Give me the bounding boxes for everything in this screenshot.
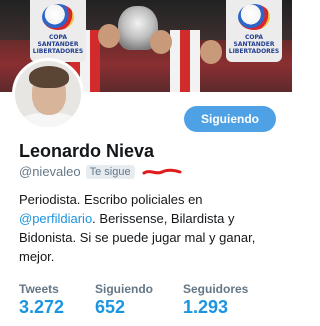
avatar-shirt <box>17 113 81 127</box>
stat-followers[interactable]: Seguidores 1.293 <box>183 282 283 318</box>
stat-label: Tweets <box>19 282 59 296</box>
banner-stripe <box>190 30 200 92</box>
profile-name[interactable]: Leonardo Nieva <box>19 141 154 162</box>
crowd-face <box>200 40 222 64</box>
libertadores-ball-icon <box>42 4 74 30</box>
libertadores-logo-right: COPA SANTANDER LIBERTADORES <box>226 0 282 62</box>
profile-bio: Periodista. Escribo policiales en @perfi… <box>19 190 283 266</box>
stat-value: 1.293 <box>183 297 229 317</box>
libertadores-logo-left: COPA SANTANDER LIBERTADORES <box>30 0 86 62</box>
stat-label: Siguiendo <box>95 282 153 296</box>
libertadores-ball-icon <box>238 4 270 30</box>
logo-text: COPA SANTANDER LIBERTADORES <box>228 34 280 55</box>
profile-stats: Tweets 3.272 Siguiendo 652 Seguidores 1.… <box>19 282 283 318</box>
logo-text: COPA SANTANDER LIBERTADORES <box>32 34 84 55</box>
profile-handle[interactable]: @nievaleo <box>19 164 81 179</box>
following-button[interactable]: Siguiendo <box>184 106 276 132</box>
avatar-hair <box>29 66 69 88</box>
stat-tweets[interactable]: Tweets 3.272 <box>19 282 95 318</box>
stat-value: 3.272 <box>19 297 65 317</box>
crowd-face <box>150 30 172 54</box>
bio-text: Periodista. Escribo policiales en <box>19 192 203 207</box>
handle-row: @nievaleo Te sigue <box>19 164 182 179</box>
stat-following[interactable]: Siguiendo 652 <box>95 282 183 318</box>
bio-mention-link[interactable]: @perfildiario <box>19 211 92 226</box>
red-scribble-mark <box>142 168 182 174</box>
banner-stripe <box>180 30 190 92</box>
stat-value: 652 <box>95 297 126 317</box>
stat-label: Seguidores <box>183 282 249 296</box>
avatar[interactable] <box>12 58 84 130</box>
crowd-face <box>98 24 120 48</box>
follows-you-badge: Te sigue <box>85 164 135 179</box>
